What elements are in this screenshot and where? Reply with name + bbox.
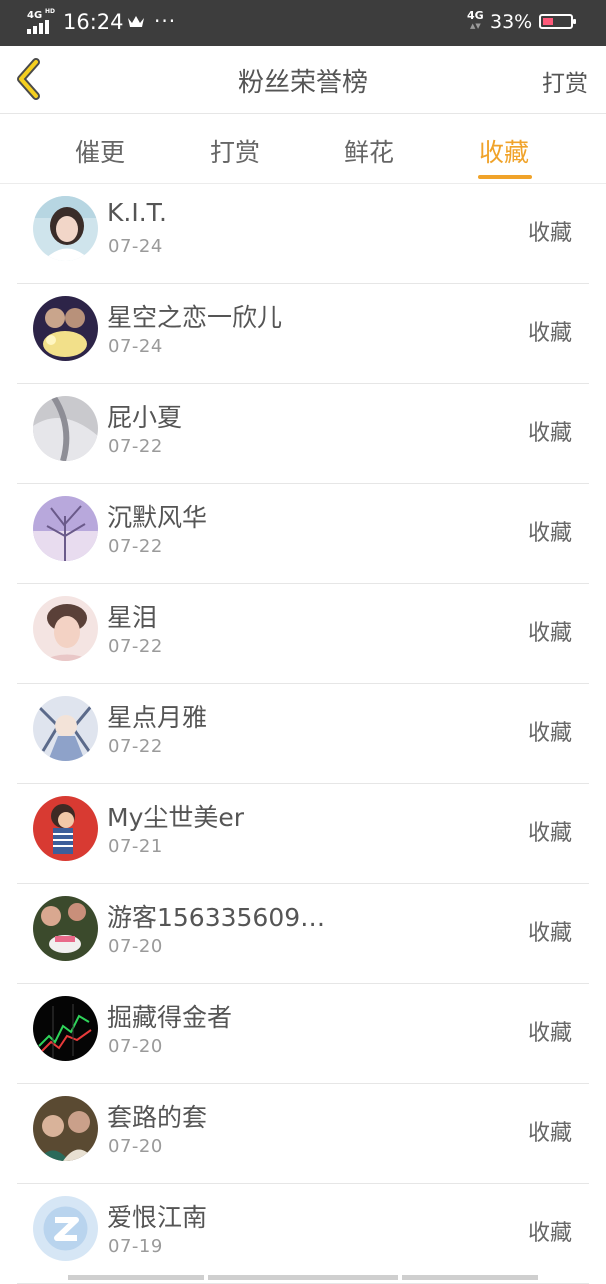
mobile-data-icon: 4G ▲▼ [467, 9, 484, 31]
avatar[interactable] [33, 696, 98, 761]
avatar[interactable] [33, 396, 98, 461]
list-item[interactable]: 掘藏得金者 07-20 收藏 [17, 984, 589, 1084]
list-item[interactable]: 沉默风华 07-22 收藏 [17, 484, 589, 584]
action-label: 收藏 [527, 421, 572, 446]
date: 07-24 [108, 336, 163, 357]
user-name: 爱恨江南 [107, 1203, 208, 1232]
avatar[interactable] [33, 196, 98, 261]
date: 07-22 [108, 636, 163, 657]
avatar[interactable] [33, 796, 98, 861]
avatar[interactable] [33, 896, 98, 961]
avatar[interactable] [33, 596, 98, 661]
date: 07-19 [108, 1236, 163, 1257]
list-item[interactable]: 套路的套 07-20 收藏 [17, 1084, 589, 1184]
list-item[interactable]: 星点月雅 07-22 收藏 [17, 684, 589, 784]
user-name: K.I.T. [107, 198, 167, 227]
user-name: 游客156335609… [107, 903, 326, 932]
list-item[interactable]: K.I.T. 07-24 收藏 [17, 184, 589, 284]
more-dots: ··· [154, 9, 177, 33]
hd-label: HD [45, 8, 56, 15]
action-label: 收藏 [527, 1021, 572, 1046]
user-name: 掘藏得金者 [107, 1003, 233, 1032]
signal-icon: 4G HD [27, 8, 55, 34]
list-item[interactable]: 游客156335609… 07-20 收藏 [17, 884, 589, 984]
list-item[interactable]: 屁小夏 07-22 收藏 [17, 384, 589, 484]
date: 07-20 [108, 1136, 163, 1157]
date: 07-21 [108, 836, 163, 857]
action-label: 收藏 [527, 921, 572, 946]
action-label: 收藏 [527, 1121, 572, 1146]
date: 07-24 [108, 236, 163, 257]
fan-list: K.I.T. 07-24 收藏 星空之恋一欣儿 07-24 收藏 屁小夏 07-… [0, 184, 606, 1284]
user-name: 星空之恋一欣儿 [107, 303, 283, 332]
action-label: 收藏 [527, 621, 572, 646]
battery-icon [539, 14, 576, 29]
reward-button[interactable]: 打赏 [542, 64, 588, 98]
action-label: 收藏 [527, 1221, 572, 1246]
list-item[interactable]: My尘世美er 07-21 收藏 [17, 784, 589, 884]
status-bar: 4G HD 16:24 ··· 4G ▲▼ 33% [0, 0, 606, 46]
tab-reward[interactable]: 打赏 [210, 133, 260, 169]
crown-icon [127, 14, 145, 34]
user-name: 屁小夏 [107, 403, 183, 432]
avatar[interactable] [33, 296, 98, 361]
action-label: 收藏 [527, 821, 572, 846]
nav-bar: 粉丝荣誉榜 打赏 [0, 46, 606, 114]
scroll-indicator [0, 1274, 606, 1280]
battery-percent: 33% [490, 11, 533, 33]
action-label: 收藏 [527, 521, 572, 546]
user-name: 星点月雅 [107, 703, 208, 732]
date: 07-20 [108, 936, 163, 957]
network-type: 4G [27, 10, 43, 21]
tab-bar: 催更 打赏 鲜花 收藏 [0, 114, 606, 184]
user-name: 沉默风华 [107, 503, 208, 532]
user-name: 套路的套 [107, 1103, 208, 1132]
avatar[interactable] [33, 996, 98, 1061]
tab-flowers[interactable]: 鲜花 [344, 133, 394, 169]
active-tab-indicator [478, 175, 532, 179]
date: 07-22 [108, 736, 163, 757]
action-label: 收藏 [527, 221, 572, 246]
list-item[interactable]: 星泪 07-22 收藏 [17, 584, 589, 684]
date: 07-20 [108, 1036, 163, 1057]
user-name: My尘世美er [107, 803, 245, 832]
tab-favorites[interactable]: 收藏 [479, 133, 529, 169]
clock: 16:24 [63, 10, 124, 34]
avatar[interactable] [33, 1096, 98, 1161]
list-item[interactable]: 爱恨江南 07-19 收藏 [17, 1184, 589, 1284]
tab-urge[interactable]: 催更 [75, 133, 125, 169]
user-name: 星泪 [107, 603, 158, 632]
action-label: 收藏 [527, 721, 572, 746]
action-label: 收藏 [527, 321, 572, 346]
page-title: 粉丝荣誉榜 [237, 68, 368, 98]
date: 07-22 [108, 536, 163, 557]
avatar[interactable] [33, 1196, 98, 1261]
avatar[interactable] [33, 496, 98, 561]
date: 07-22 [108, 436, 163, 457]
list-item[interactable]: 星空之恋一欣儿 07-24 收藏 [17, 284, 589, 384]
